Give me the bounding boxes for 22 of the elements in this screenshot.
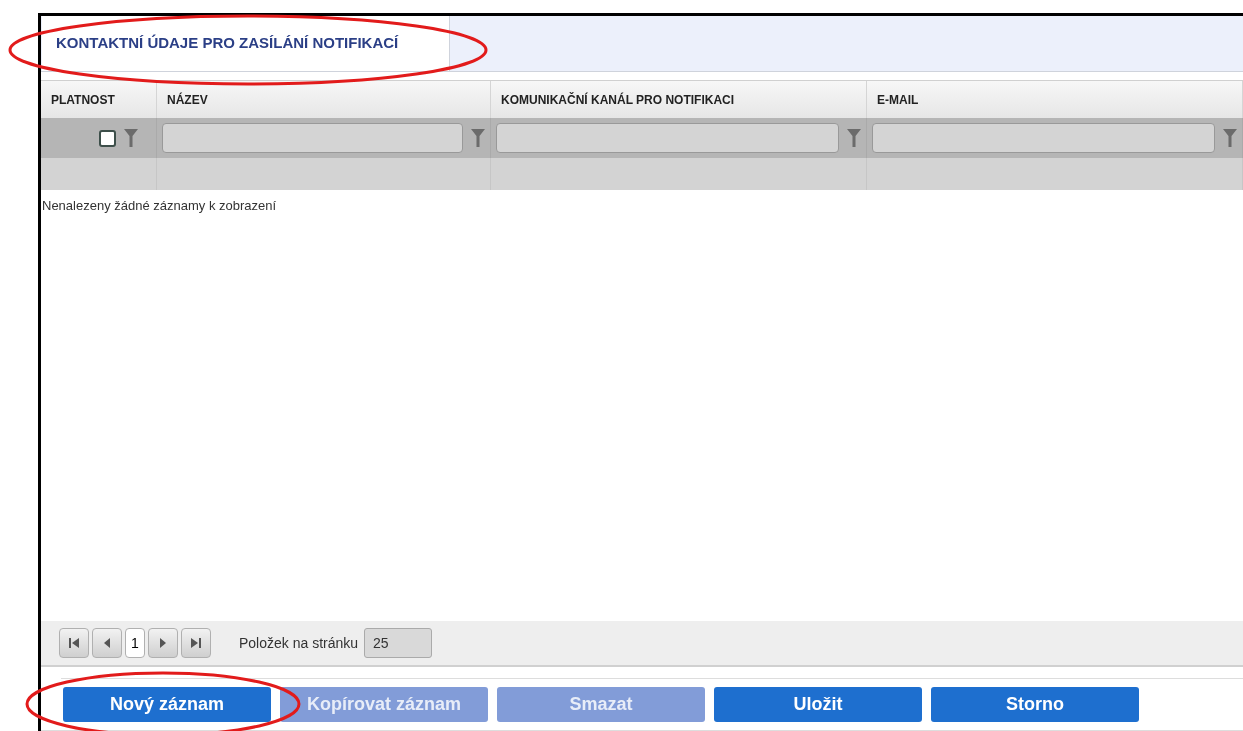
previous-page-icon-button[interactable] — [92, 628, 122, 658]
filter-icon[interactable] — [471, 129, 485, 147]
action-button[interactable]: Uložit — [714, 687, 922, 722]
page-number[interactable]: 1 — [125, 628, 145, 658]
filter-icon[interactable] — [1223, 129, 1237, 147]
action-button[interactable]: Nový záznam — [63, 687, 271, 722]
page-size-field[interactable]: 25 — [364, 628, 433, 658]
action-button[interactable]: Storno — [931, 687, 1139, 722]
tab[interactable]: KONTAKTNÍ ÚDAJE PRO ZASÍLÁNÍ NOTIFIKACÍ — [42, 16, 450, 71]
last-page-icon — [190, 637, 202, 649]
first-page-icon-button[interactable] — [59, 628, 89, 658]
filter-icon[interactable] — [847, 129, 861, 147]
filter-checkbox[interactable] — [99, 129, 116, 147]
filter-field[interactable] — [496, 123, 839, 153]
page-size-label: Položek na stránku — [239, 633, 359, 653]
next-page-icon-button[interactable] — [148, 628, 178, 658]
filter-field[interactable] — [162, 123, 463, 153]
filter-icon[interactable] — [124, 129, 138, 147]
first-page-icon — [68, 637, 80, 649]
last-page-icon-button[interactable] — [181, 628, 211, 658]
empty-message: Nenalezeny žádné záznamy k zobrazení — [41, 197, 278, 215]
filter-field[interactable] — [872, 123, 1215, 153]
